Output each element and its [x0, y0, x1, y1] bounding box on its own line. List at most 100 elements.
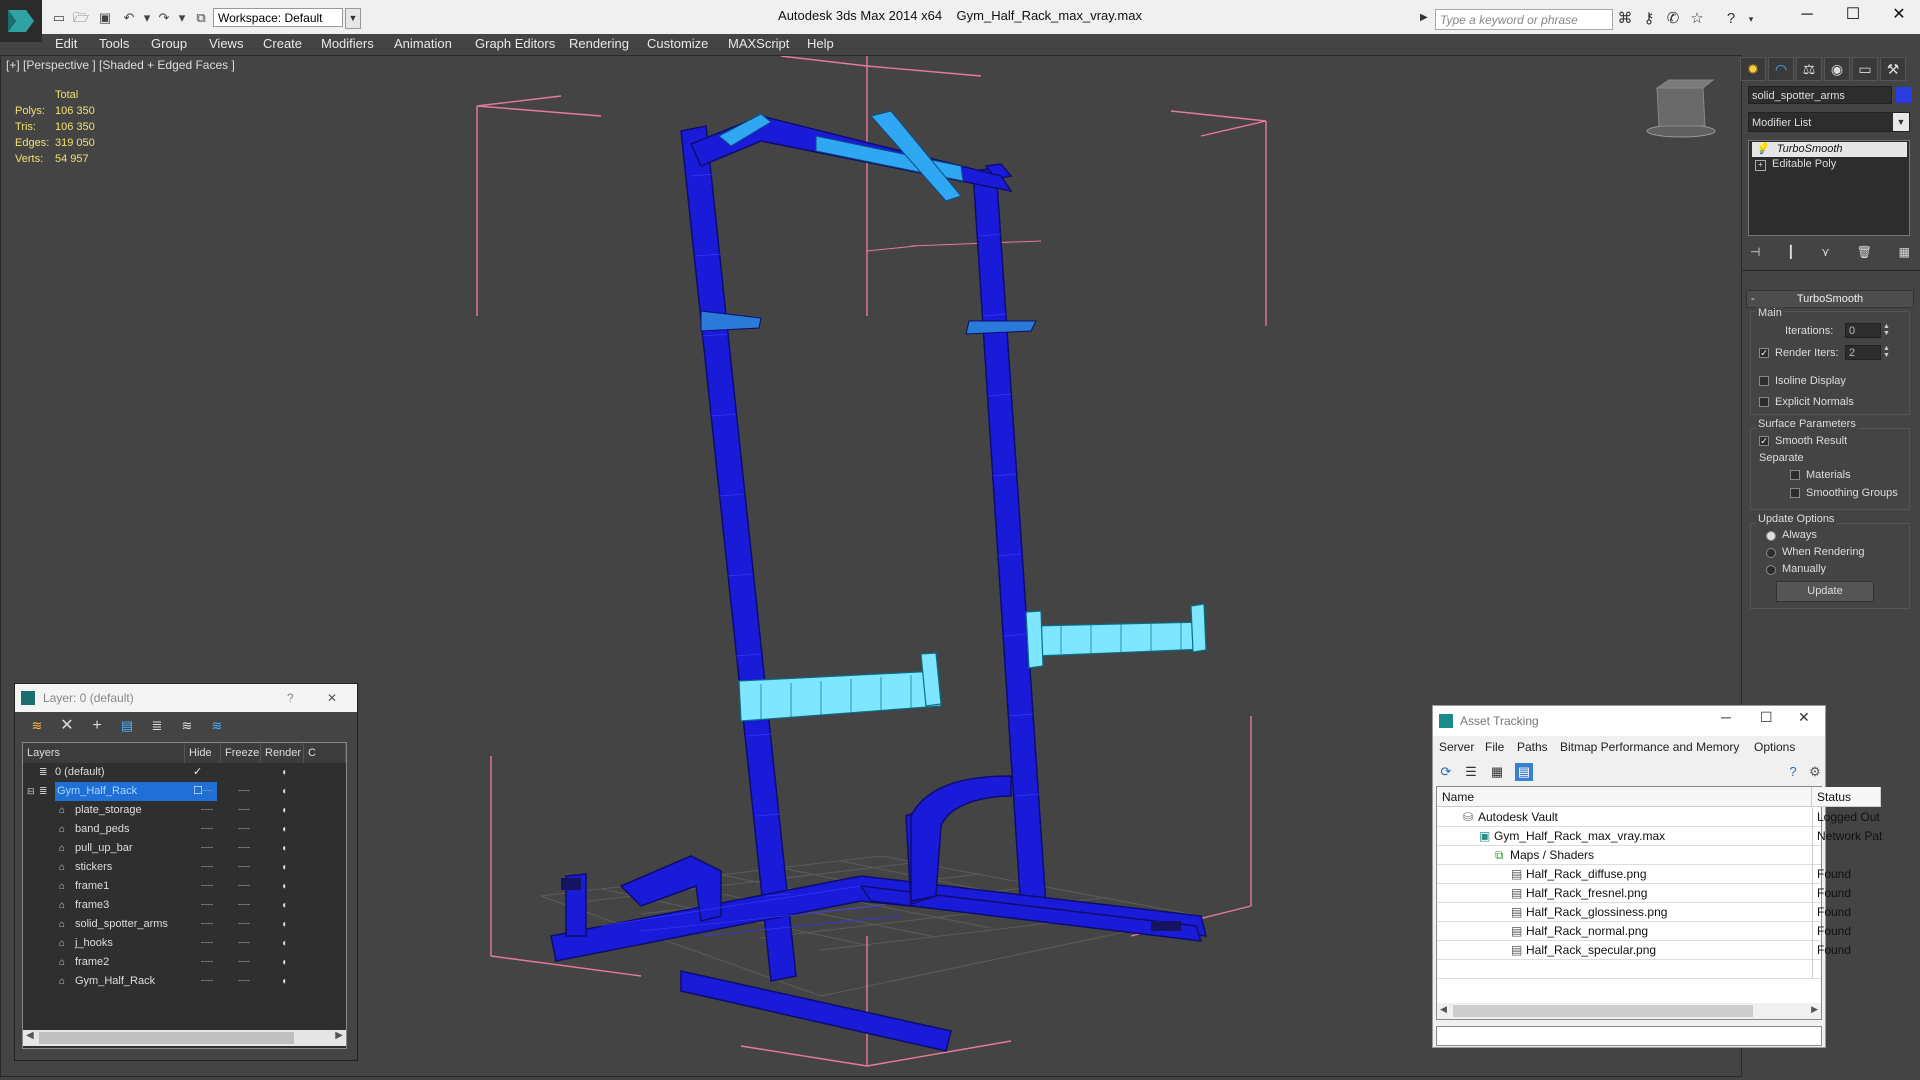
- hide-toggle[interactable]: ╌╌: [201, 782, 213, 801]
- list-view-icon[interactable]: ☰: [1462, 763, 1480, 781]
- asset-row[interactable]: ⛁ Autodesk Vault Logged Out: [1437, 808, 1880, 827]
- collapse-minus-icon[interactable]: ⊟: [27, 782, 35, 801]
- freeze-toggle[interactable]: ╌╌: [238, 820, 250, 839]
- menu-tools[interactable]: Tools: [99, 34, 129, 54]
- asset-menu-server[interactable]: Server: [1439, 738, 1474, 756]
- spinner-arrows-icon[interactable]: ▲ ▼: [1883, 323, 1890, 337]
- smooth-result-checkbox[interactable]: ✓: [1759, 436, 1769, 446]
- maximize-icon[interactable]: ☐: [1830, 0, 1876, 32]
- add-layer-icon[interactable]: +: [87, 716, 107, 736]
- menu-graph-editors[interactable]: Graph Editors: [475, 34, 555, 54]
- spinner-arrows-icon[interactable]: ▲ ▼: [1883, 345, 1890, 359]
- render-teapot-icon[interactable]: ◖: [281, 877, 287, 896]
- modifier-list-dropdown[interactable]: Modifier List: [1748, 112, 1910, 132]
- app-logo-icon[interactable]: [0, 0, 42, 42]
- stack-item-editable-poly[interactable]: + Editable Poly: [1752, 157, 1907, 172]
- menu-edit[interactable]: Edit: [55, 34, 77, 54]
- solid-spotter-arms[interactable]: [738, 603, 1207, 722]
- chevron-down-icon[interactable]: ▼: [345, 8, 361, 29]
- workspace-dropdown[interactable]: Workspace: Default: [213, 8, 343, 27]
- column-header-hide[interactable]: Hide: [185, 743, 221, 763]
- scroll-right-icon[interactable]: ▶: [1811, 1004, 1818, 1015]
- hide-toggle[interactable]: ╌╌: [201, 972, 213, 991]
- hide-toggle[interactable]: ╌╌: [201, 953, 213, 972]
- layer-row[interactable]: ≣ Gym_Half_Rack ⊟ ☐ ╌╌ ╌╌ ◖: [23, 782, 346, 801]
- chevron-down-icon[interactable]: ▼: [1893, 113, 1909, 131]
- select-in-layer-icon[interactable]: ▤: [117, 716, 137, 736]
- collapse-minus-icon[interactable]: -: [1751, 291, 1755, 307]
- column-header-freeze[interactable]: Freeze: [221, 743, 261, 763]
- hierarchy-tab-icon[interactable]: ⚖: [1796, 57, 1822, 81]
- hide-toggle[interactable]: ╌╌: [201, 896, 213, 915]
- hide-all-layers-icon[interactable]: ≋: [177, 716, 197, 736]
- layer-panel-titlebar[interactable]: Layer: 0 (default) ? ✕: [15, 684, 357, 712]
- asset-row[interactable]: ▤ Half_Rack_diffuse.png Found: [1437, 865, 1851, 884]
- freeze-toggle[interactable]: ╌╌: [238, 858, 250, 877]
- asset-row[interactable]: ▤ Half_Rack_fresnel.png Found: [1437, 884, 1851, 903]
- layer-row[interactable]: ⌂ solid_spotter_arms ╌╌ ╌╌ ◖: [23, 915, 346, 934]
- hide-toggle[interactable]: ╌╌: [201, 801, 213, 820]
- modify-tab-icon[interactable]: ◠: [1768, 57, 1794, 81]
- minimize-icon[interactable]: ─: [1721, 709, 1731, 725]
- layer-row[interactable]: ⌂ frame1 ╌╌ ╌╌ ◖: [23, 877, 346, 896]
- asset-row[interactable]: ⧉ Maps / Shaders: [1437, 846, 1821, 865]
- freeze-toggle[interactable]: ╌╌: [238, 934, 250, 953]
- display-tab-icon[interactable]: ▭: [1852, 57, 1878, 81]
- menu-views[interactable]: Views: [209, 34, 243, 54]
- asset-menu-file[interactable]: File: [1485, 738, 1504, 756]
- help-icon[interactable]: ?: [287, 684, 294, 712]
- render-teapot-icon[interactable]: ◖: [281, 782, 287, 801]
- help-dropdown-icon[interactable]: ▾: [1740, 9, 1762, 29]
- freeze-toggle[interactable]: ╌╌: [238, 801, 250, 820]
- asset-menu-options[interactable]: Options: [1754, 738, 1795, 756]
- layer-row[interactable]: ⌂ band_peds ╌╌ ╌╌ ◖: [23, 820, 346, 839]
- make-unique-icon[interactable]: ⋎: [1821, 245, 1830, 263]
- pull-up-bar-selected[interactable]: [718, 110, 964, 202]
- asset-row-empty[interactable]: [1437, 960, 1821, 979]
- hide-toggle[interactable]: ╌╌: [201, 915, 213, 934]
- render-teapot-icon[interactable]: ◖: [281, 972, 287, 991]
- freeze-toggle[interactable]: ╌╌: [238, 972, 250, 991]
- materials-checkbox[interactable]: [1790, 470, 1800, 480]
- render-teapot-icon[interactable]: ◖: [281, 953, 287, 972]
- always-radio[interactable]: [1766, 531, 1776, 541]
- turbosmooth-rollout-header[interactable]: - TurboSmooth: [1746, 290, 1914, 308]
- vault-settings-icon[interactable]: ⚙: [1806, 763, 1824, 781]
- layer-row[interactable]: ≣ 0 (default) ✓ ◖: [23, 763, 346, 782]
- iterations-spinner[interactable]: 0: [1845, 323, 1881, 338]
- scroll-right-icon[interactable]: ▶: [335, 1030, 343, 1041]
- layer-row[interactable]: ⌂ stickers ╌╌ ╌╌ ◖: [23, 858, 346, 877]
- maximize-icon[interactable]: ☐: [1760, 709, 1773, 726]
- column-header-status[interactable]: Status: [1812, 787, 1881, 807]
- expand-plus-icon[interactable]: +: [1755, 160, 1766, 171]
- hide-toggle[interactable]: ╌╌: [201, 839, 213, 858]
- menu-group[interactable]: Group: [151, 34, 187, 54]
- asset-menu-paths[interactable]: Paths: [1517, 738, 1548, 756]
- new-file-icon[interactable]: ▭: [50, 9, 68, 27]
- asset-row[interactable]: ▣ Gym_Half_Rack_max_vray.max Network Pat: [1437, 827, 1882, 846]
- undo-dropdown-icon[interactable]: ▾: [138, 9, 156, 27]
- help-icon[interactable]: ?: [1720, 9, 1742, 29]
- column-header-name[interactable]: Name: [1437, 787, 1812, 807]
- search-expand-icon[interactable]: ▶: [1420, 12, 1428, 23]
- viewport-label[interactable]: [+] [Perspective ] [Shaded + Edged Faces…: [6, 58, 235, 72]
- highlight-layer-icon[interactable]: ≣: [147, 716, 167, 736]
- minimize-icon[interactable]: ─: [1784, 0, 1830, 32]
- show-end-result-icon[interactable]: ┃: [1787, 245, 1794, 263]
- menu-customize[interactable]: Customize: [647, 34, 708, 54]
- configure-modifier-sets-icon[interactable]: ▦: [1899, 245, 1910, 263]
- menu-maxscript[interactable]: MAXScript: [728, 34, 789, 54]
- scroll-left-icon[interactable]: ◀: [1440, 1004, 1447, 1015]
- table-view-icon[interactable]: ▤: [1515, 763, 1533, 781]
- viewcube-icon[interactable]: [1646, 79, 1716, 138]
- scrollbar-thumb[interactable]: [1453, 1005, 1753, 1017]
- render-iters-checkbox[interactable]: ✓: [1759, 348, 1769, 358]
- freeze-toggle[interactable]: ╌╌: [238, 896, 250, 915]
- freeze-toggle[interactable]: ╌╌: [238, 839, 250, 858]
- redo-icon[interactable]: ↷: [155, 9, 173, 27]
- rack-model[interactable]: [550, 115, 1207, 1052]
- when-rendering-radio[interactable]: [1766, 548, 1776, 558]
- layer-row[interactable]: ⌂ plate_storage ╌╌ ╌╌ ◖: [23, 801, 346, 820]
- save-file-icon[interactable]: ▣: [96, 9, 114, 27]
- menu-animation[interactable]: Animation: [394, 34, 452, 54]
